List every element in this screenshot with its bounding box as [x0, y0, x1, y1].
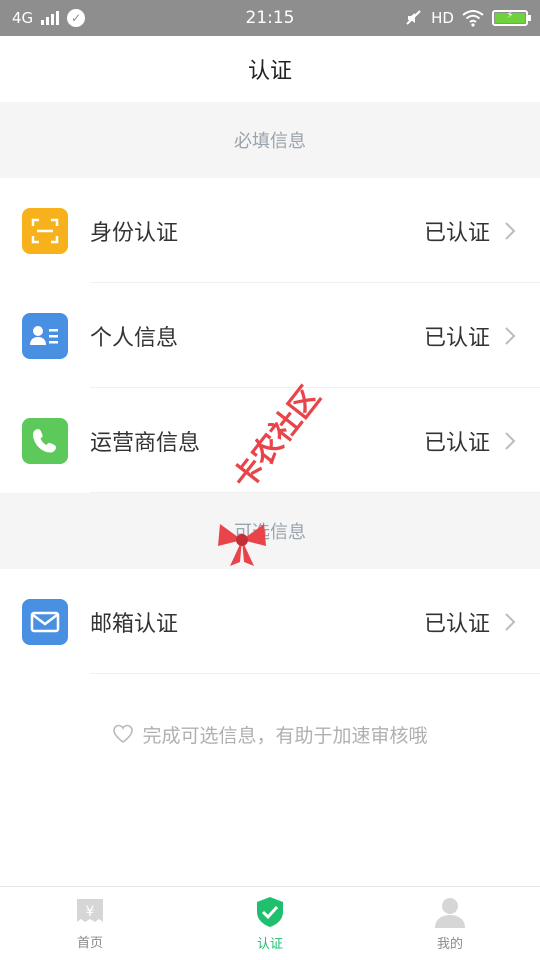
chevron-right-icon	[504, 430, 518, 452]
heart-outline-icon	[113, 724, 134, 743]
status-bar: 4G ✓ 21:15 HD ⚡	[0, 0, 540, 36]
status-text: 已认证	[423, 611, 490, 637]
list-item-carrier-info[interactable]: 运营商信息 已认证	[0, 388, 540, 493]
hd-label: HD	[431, 9, 454, 27]
battery-icon: ⚡	[492, 10, 531, 26]
tab-label: 认证	[256, 937, 283, 952]
shield-check-icon	[257, 897, 283, 927]
wifi-icon	[462, 10, 484, 27]
chevron-right-icon	[504, 220, 518, 242]
tab-mine[interactable]: 我的	[360, 887, 540, 960]
network-type: 4G	[12, 9, 34, 27]
section-title: 可选信息	[234, 522, 306, 543]
status-text: 已认证	[423, 325, 490, 351]
mute-icon	[406, 10, 421, 25]
phone-icon	[22, 417, 68, 464]
section-header-required: 必填信息	[0, 102, 540, 178]
section-title: 必填信息	[234, 131, 306, 152]
item-label: 个人信息	[90, 325, 179, 351]
home-yen-icon: ¥	[77, 899, 103, 922]
page-title: 认证	[247, 59, 292, 84]
chevron-right-icon	[504, 325, 518, 347]
section-header-optional: 可选信息	[0, 493, 540, 569]
list-item-personal-info[interactable]: 个人信息 已认证	[0, 283, 540, 388]
list-item-id-verification[interactable]: 身份认证 已认证	[0, 178, 540, 283]
tab-home[interactable]: ¥ 首页	[0, 887, 180, 960]
tab-bar: ¥ 首页 认证 我的	[0, 886, 540, 960]
hint-text: 完成可选信息，有助于加速审核哦	[142, 724, 428, 747]
user-icon	[435, 898, 465, 928]
signal-icon	[41, 11, 60, 25]
status-text: 已认证	[423, 220, 490, 246]
clock: 21:15	[245, 8, 295, 28]
tab-label: 首页	[76, 936, 103, 951]
list-item-email-verification[interactable]: 邮箱认证 已认证	[0, 569, 540, 674]
item-label: 邮箱认证	[90, 611, 179, 637]
check-circle-icon: ✓	[67, 9, 86, 27]
item-label: 身份认证	[90, 220, 179, 246]
tab-verify[interactable]: 认证	[180, 887, 360, 960]
id-scan-icon	[22, 207, 68, 254]
svg-text:¥: ¥	[86, 904, 95, 920]
item-label: 运营商信息	[90, 430, 201, 456]
title-bar: 认证	[0, 36, 540, 102]
hint: 完成可选信息，有助于加速审核哦	[0, 674, 540, 794]
tab-label: 我的	[436, 937, 463, 952]
chevron-right-icon	[504, 611, 518, 633]
contact-card-icon	[22, 312, 68, 359]
status-text: 已认证	[423, 430, 490, 456]
mail-icon	[22, 598, 68, 645]
